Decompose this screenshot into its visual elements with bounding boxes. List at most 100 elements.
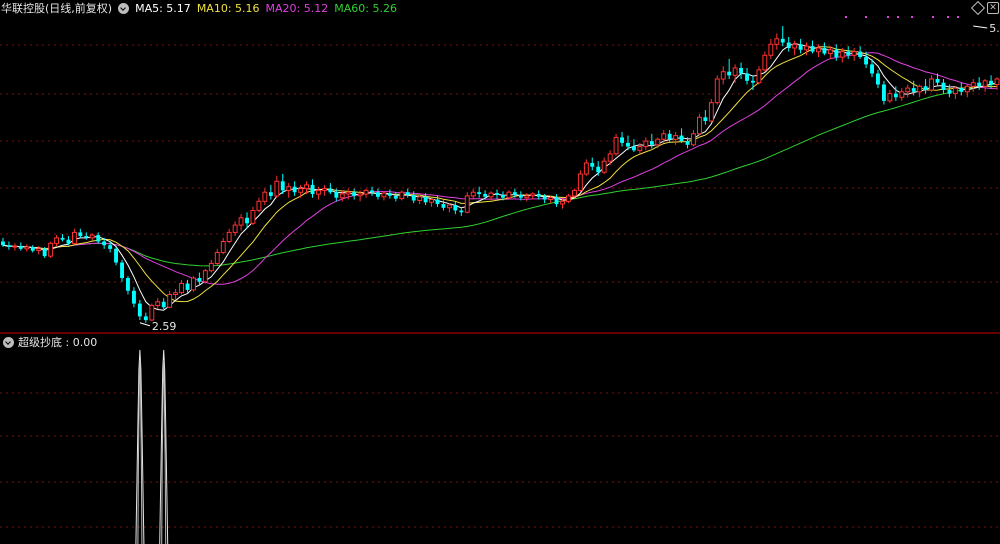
candle-body bbox=[708, 102, 714, 122]
indicator-label: 超级抄底 : 0.00 bbox=[18, 336, 98, 349]
candle-body bbox=[149, 304, 155, 321]
ma10-line bbox=[2, 46, 998, 303]
ma60-line bbox=[2, 83, 998, 267]
candle-body bbox=[114, 248, 118, 263]
candle-body bbox=[893, 93, 898, 98]
candle-body bbox=[108, 245, 113, 249]
candle-body bbox=[882, 84, 886, 101]
candle-body bbox=[245, 217, 249, 224]
indicator-header: 超级抄底 : 0.00 bbox=[0, 334, 97, 350]
candle-body bbox=[643, 140, 649, 148]
top-dot-marker-1 bbox=[865, 16, 867, 18]
candle-body bbox=[393, 195, 398, 199]
candle-body bbox=[839, 51, 845, 58]
ma20-line bbox=[2, 52, 998, 285]
candle-body bbox=[583, 162, 589, 175]
candle-body bbox=[792, 43, 798, 49]
candle-body bbox=[132, 290, 136, 304]
candle-body bbox=[780, 38, 785, 43]
candle-body bbox=[214, 252, 220, 264]
candle-body bbox=[732, 67, 738, 76]
candle-body bbox=[60, 237, 65, 240]
candle-body bbox=[102, 241, 107, 246]
candle-body bbox=[370, 190, 374, 193]
high-marker-label: 5.84 bbox=[989, 22, 1000, 35]
candle-body bbox=[870, 64, 874, 74]
candle-body bbox=[137, 303, 142, 317]
candle-body bbox=[42, 248, 47, 257]
candle-body bbox=[822, 48, 827, 54]
candle-body bbox=[143, 316, 148, 321]
high-marker-arrow bbox=[973, 25, 988, 29]
candle-body bbox=[673, 135, 679, 140]
settings-circle-icon[interactable] bbox=[118, 2, 130, 14]
candle-body bbox=[858, 51, 863, 58]
candle-body bbox=[667, 133, 672, 140]
candle-body bbox=[89, 234, 95, 239]
stock-chart-window: 5.84 2.59 华联控股(日线,前复权) MA5: 5.17 MA10: 5.… bbox=[0, 0, 1000, 544]
candle-body bbox=[447, 204, 452, 209]
candle-body bbox=[572, 189, 577, 197]
candle-body bbox=[220, 241, 226, 253]
candle-body bbox=[429, 199, 435, 203]
top-dot-marker-0 bbox=[845, 16, 847, 18]
candle-body bbox=[512, 192, 517, 195]
candle-body bbox=[601, 160, 607, 173]
candle-body bbox=[649, 141, 654, 145]
ma5-line bbox=[2, 43, 998, 311]
candle-body bbox=[827, 49, 833, 54]
candle-body bbox=[316, 189, 321, 195]
ma5-label: MA5: 5.17 bbox=[135, 1, 191, 15]
candle-body bbox=[524, 195, 530, 199]
candle-body bbox=[417, 196, 423, 202]
candle-body bbox=[232, 224, 238, 233]
candle-body bbox=[655, 138, 661, 146]
candle-body bbox=[577, 173, 583, 191]
candle-body bbox=[179, 283, 185, 294]
top-dot-marker-6 bbox=[947, 16, 949, 18]
candle-body bbox=[280, 181, 285, 191]
candle-body bbox=[84, 236, 89, 238]
candle-body bbox=[78, 232, 83, 237]
candle-body bbox=[613, 136, 619, 155]
candle-body bbox=[905, 87, 911, 93]
candle-body bbox=[1, 241, 5, 246]
candle-body bbox=[120, 262, 124, 278]
candle-body bbox=[18, 246, 23, 249]
candle-body bbox=[982, 80, 988, 87]
candle-body bbox=[286, 186, 292, 191]
candle-body bbox=[328, 188, 333, 193]
candle-body bbox=[661, 133, 667, 140]
candle-body bbox=[816, 47, 821, 53]
candle-body bbox=[250, 210, 256, 224]
candle-body bbox=[292, 186, 297, 193]
candle-body bbox=[268, 192, 273, 196]
top-dot-marker-7 bbox=[957, 16, 959, 18]
candle-body bbox=[36, 248, 42, 252]
chart-canvas: 5.84 2.59 bbox=[0, 16, 1000, 544]
candle-body bbox=[596, 166, 601, 173]
candle-body bbox=[911, 88, 916, 92]
candle-body bbox=[632, 146, 636, 151]
candle-body bbox=[929, 78, 934, 91]
candle-body bbox=[703, 117, 708, 121]
candle-body bbox=[226, 231, 232, 242]
candle-body bbox=[899, 91, 905, 98]
candle-body bbox=[381, 192, 387, 198]
close-icon[interactable]: ✕ bbox=[987, 2, 999, 14]
candle-body bbox=[626, 142, 630, 147]
candles-group bbox=[1, 26, 1000, 323]
candle-body bbox=[554, 197, 559, 205]
candle-body bbox=[590, 163, 595, 167]
top-dot-marker-5 bbox=[932, 16, 934, 18]
candle-body bbox=[714, 78, 720, 104]
candle-body bbox=[851, 51, 857, 56]
candle-body bbox=[876, 73, 880, 85]
candle-body bbox=[352, 192, 357, 196]
candle-body bbox=[947, 90, 952, 94]
candle-body bbox=[405, 192, 410, 195]
candle-body bbox=[376, 192, 380, 197]
candle-body bbox=[685, 141, 690, 145]
candle-body bbox=[720, 71, 726, 80]
indicator-settings-icon[interactable] bbox=[3, 336, 14, 348]
